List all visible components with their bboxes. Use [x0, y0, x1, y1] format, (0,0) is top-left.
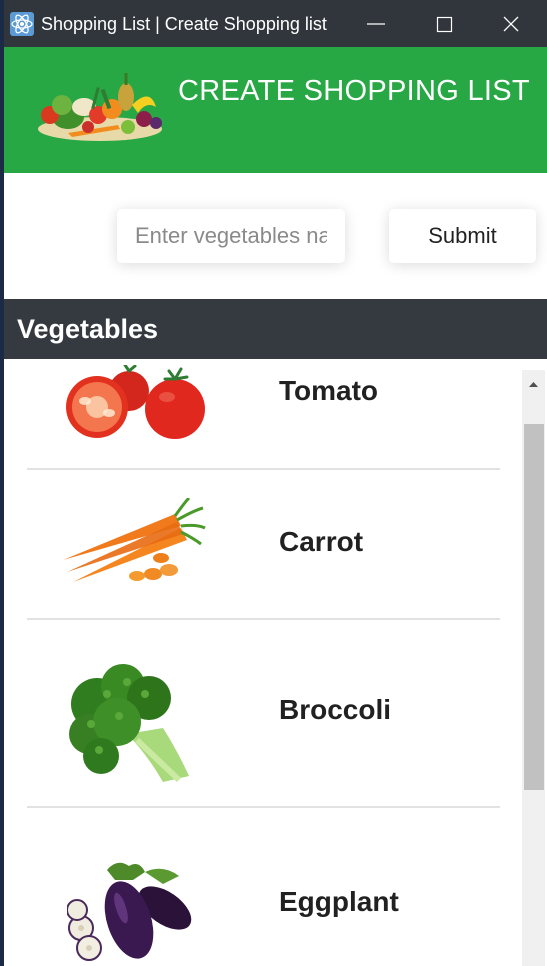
carrot-image	[57, 496, 207, 590]
window-title: Shopping List | Create Shopping list	[41, 14, 327, 34]
tomato-image	[57, 363, 207, 441]
app-window: Shopping List | Create Shopping list CRE…	[4, 0, 547, 966]
react-atom-icon	[10, 12, 34, 36]
list-item-eggplant[interactable]: Eggplant	[27, 808, 500, 966]
page-header: CREATE SHOPPING LIST	[4, 47, 547, 173]
submit-button[interactable]: Submit	[389, 209, 536, 263]
list-item-broccoli[interactable]: Broccoli	[27, 620, 500, 806]
page-title: CREATE SHOPPING LIST	[178, 75, 530, 107]
vegetable-name: Carrot	[279, 526, 364, 557]
eggplant-image	[66, 858, 203, 966]
list-item-carrot[interactable]: Carrot	[27, 470, 500, 618]
vegetable-name-input[interactable]	[117, 209, 345, 263]
vegetables-section-header: Vegetables	[4, 299, 547, 359]
maximize-button[interactable]	[410, 0, 478, 47]
close-button[interactable]	[478, 0, 546, 47]
vegetable-name: Eggplant	[279, 886, 399, 917]
minimize-button[interactable]	[342, 0, 410, 47]
vegetables-list[interactable]: Tomato Carrot Broccoli Eggplant	[4, 359, 547, 966]
scroll-up-arrow-icon[interactable]	[522, 370, 545, 396]
list-scrollbar[interactable]	[522, 370, 545, 966]
section-title: Vegetables	[17, 314, 159, 344]
vegetable-name: Tomato	[279, 375, 379, 406]
vegetables-basket-image	[28, 67, 178, 147]
vegetable-name: Broccoli	[279, 694, 392, 725]
add-vegetable-form: Submit	[4, 173, 547, 299]
list-item-tomato[interactable]: Tomato	[27, 359, 500, 469]
broccoli-image	[67, 664, 201, 788]
scrollbar-thumb[interactable]	[524, 424, 544, 790]
title-bar[interactable]: Shopping List | Create Shopping list	[4, 0, 547, 47]
